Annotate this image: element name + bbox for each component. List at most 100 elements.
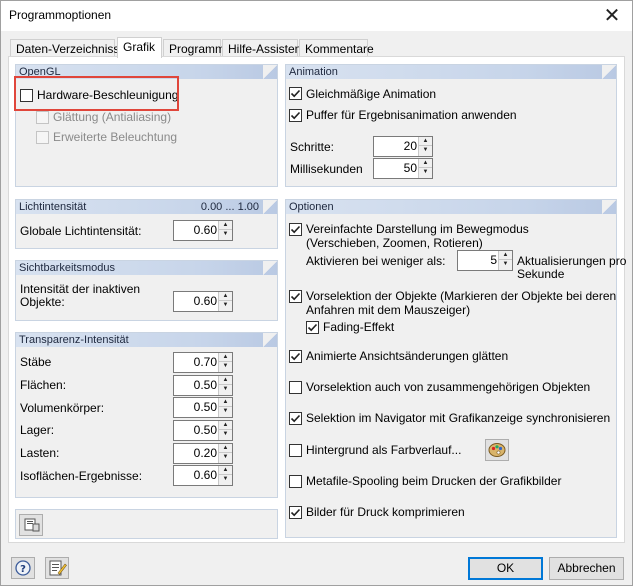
gleichmaessig-checkbox[interactable] [289,87,302,100]
tab-programm[interactable]: Programm [163,39,225,57]
isoflaechen-label: Isoflächen-Ergebnisse: [20,469,143,483]
title-bar: Programmoptionen ✕ [1,1,632,31]
lager-value: 0.50 [193,423,217,437]
aktualisierungen-line2: Sekunde [517,267,565,281]
lasten-value: 0.20 [193,446,217,460]
tab-hilfe-assistent[interactable]: Hilfe-Assistent [222,39,305,57]
puffer-checkbox[interactable] [289,109,302,122]
close-icon[interactable]: ✕ [600,4,624,26]
spin-down-icon[interactable]: ▼ [499,260,512,269]
isoflaechen-value: 0.60 [193,468,217,482]
transparenz-group-header: Transparenz-Intensität [16,333,277,347]
schritte-label: Schritte: [290,140,335,154]
staebe-label: Stäbe [20,355,52,369]
vorselektion-zus-label: Vorselektion auch von zusammengehörigen … [306,380,591,394]
sicht-spinner[interactable]: 0.60 ▲ ▼ [173,291,233,312]
spin-up-icon[interactable]: ▲ [219,466,232,475]
sicht-label-line2: Objekte: [20,295,65,309]
globale-licht-label: Globale Lichtintensität: [20,224,142,238]
vorselektion-label-line2: Anfahren mit dem Mauszeiger) [306,303,471,317]
hintergrund-checkbox[interactable] [289,444,302,457]
sicht-group-header: Sichtbarkeitsmodus [16,261,277,275]
globale-licht-value: 0.60 [193,223,217,237]
spin-down-icon[interactable]: ▼ [419,168,432,177]
vereinfacht-label-line2: (Verschieben, Zoomen, Rotieren) [306,236,483,250]
flaechen-label: Flächen: [20,378,67,392]
spin-up-icon[interactable]: ▲ [219,398,232,407]
spin-up-icon[interactable]: ▲ [419,137,432,146]
spin-down-icon[interactable]: ▼ [219,385,232,394]
licht-group-header: Lichtintensität 0.00 ... 1.00 [16,200,277,214]
volumenkoerper-label: Volumenkörper: [20,401,105,415]
metafile-checkbox[interactable] [289,475,302,488]
vereinfacht-checkbox[interactable] [289,223,302,236]
flaechen-spinner[interactable]: 0.50 ▲ ▼ [173,375,233,396]
beleuchtung-checkbox [36,131,49,144]
hintergrund-label: Hintergrund als Farbverlauf... [306,443,462,457]
gleichmaessig-label: Gleichmäßige Animation [306,87,437,101]
color-palette-icon[interactable] [485,439,509,461]
spin-up-icon[interactable]: ▲ [499,251,512,260]
spin-up-icon[interactable]: ▲ [219,444,232,453]
vorselektion-zus-checkbox[interactable] [289,381,302,394]
bilder-checkbox[interactable] [289,506,302,519]
tab-kommentare[interactable]: Kommentare [299,39,374,57]
puffer-label: Puffer für Ergebnisanimation anwenden [306,108,517,122]
animierte-checkbox[interactable] [289,350,302,363]
spin-down-icon[interactable]: ▼ [219,362,232,371]
print-settings-icon[interactable] [19,514,43,536]
spin-down-icon[interactable]: ▼ [219,301,232,310]
aktualisierungen-line1: Aktualisierungen pro [517,254,627,268]
selektion-nav-checkbox[interactable] [289,412,302,425]
fading-checkbox[interactable] [306,321,319,334]
help-icon[interactable]: ? [11,557,35,579]
edit-notes-icon[interactable] [45,557,69,579]
spin-up-icon[interactable]: ▲ [219,221,232,230]
schritte-spinner[interactable]: 20 ▲ ▼ [373,136,433,157]
aktivieren-value: 5 [490,253,497,267]
spin-down-icon[interactable]: ▼ [219,230,232,239]
aktivieren-spinner[interactable]: 5 ▲ ▼ [457,250,513,271]
lager-label: Lager: [20,423,55,437]
licht-range: 0.00 ... 1.00 [200,201,259,213]
volumenkoerper-value: 0.50 [193,400,217,414]
dialog-title: Programmoptionen [9,8,112,22]
ok-button[interactable]: OK [468,557,543,580]
beleuchtung-label: Erweiterte Beleuchtung [53,130,178,144]
tab-daten-verzeichnisse[interactable]: Daten-Verzeichnisse [10,39,126,57]
spin-down-icon[interactable]: ▼ [219,453,232,462]
transparenz-group-title: Transparenz-Intensität [19,334,129,346]
spin-down-icon[interactable]: ▼ [219,407,232,416]
staebe-value: 0.70 [193,355,217,369]
spin-down-icon[interactable]: ▼ [419,146,432,155]
tab-grafik[interactable]: Grafik [117,37,162,58]
vorselektion-checkbox[interactable] [289,290,302,303]
spin-up-icon[interactable]: ▲ [219,292,232,301]
lasten-spinner[interactable]: 0.20 ▲ ▼ [173,443,233,464]
spin-up-icon[interactable]: ▲ [419,159,432,168]
sicht-label-line1: Intensität der inaktiven [20,282,141,296]
spin-up-icon[interactable]: ▲ [219,353,232,362]
vereinfacht-label-line1: Vereinfachte Darstellung im Bewegmodus [306,222,529,236]
svg-text:?: ? [20,564,26,575]
selektion-nav-label: Selektion im Navigator mit Grafikanzeige… [306,411,611,425]
spin-up-icon[interactable]: ▲ [219,421,232,430]
volumenkoerper-spinner[interactable]: 0.50 ▲ ▼ [173,397,233,418]
isoflaechen-spinner[interactable]: 0.60 ▲ ▼ [173,465,233,486]
cancel-button[interactable]: Abbrechen [549,557,624,580]
flaechen-value: 0.50 [193,378,217,392]
lager-spinner[interactable]: 0.50 ▲ ▼ [173,420,233,441]
optionen-group-title: Optionen [289,201,334,213]
fading-label: Fading-Effekt [323,320,395,334]
spin-down-icon[interactable]: ▼ [219,430,232,439]
options-dialog: Programmoptionen ✕ Daten-Verzeichnisse G… [0,0,633,586]
spin-down-icon[interactable]: ▼ [219,475,232,484]
ms-spinner[interactable]: 50 ▲ ▼ [373,158,433,179]
glattung-label: Glättung (Antialiasing) [53,110,172,124]
licht-group-title: Lichtintensität [19,201,87,213]
spin-up-icon[interactable]: ▲ [219,376,232,385]
globale-licht-spinner[interactable]: 0.60 ▲ ▼ [173,220,233,241]
metafile-label: Metafile-Spooling beim Drucken der Grafi… [306,474,562,488]
staebe-spinner[interactable]: 0.70 ▲ ▼ [173,352,233,373]
aktivieren-label: Aktivieren bei weniger als: [306,254,446,268]
